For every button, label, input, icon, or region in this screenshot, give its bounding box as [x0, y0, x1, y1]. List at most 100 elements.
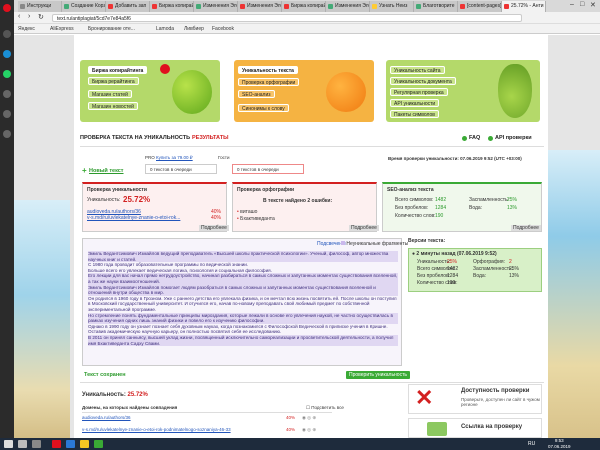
red-x-icon: ✕ [415, 385, 434, 410]
browser-tab[interactable]: Биржа копирайт [150, 1, 194, 12]
menu-api[interactable]: API уникальности [390, 99, 440, 107]
text-paragraph: Его лекции для вас начал прямо нетрудоус… [88, 273, 398, 285]
menu-rewriting[interactable]: Биржа рерайтинга [88, 77, 139, 85]
ad-availability[interactable]: ✕ Доступность проверки Проверьте, доступ… [408, 384, 542, 414]
check-uniqueness-button[interactable]: Проверить уникальность [346, 371, 410, 379]
result-link[interactable]: v-s.md/ru/uvlekatelnye-znanie-o-etoi-rok… [82, 427, 231, 432]
opera-logo-icon[interactable] [3, 4, 11, 12]
start-icon[interactable] [4, 440, 13, 448]
divider [80, 146, 544, 147]
browser-tab[interactable]: Узнать Неиз [370, 1, 414, 12]
text-paragraph: Эмиль Ведантсимович Измайлов ведущий пре… [88, 251, 398, 263]
menu-doc-uniqueness[interactable]: Уникальность документа [390, 77, 456, 85]
word-taskbar-icon[interactable] [66, 440, 75, 448]
menu-regular-check[interactable]: Регулярная проверка [390, 88, 448, 96]
seo-label: Заспамленность: [469, 197, 510, 203]
highlight-all-checkbox[interactable]: ☐ Подсветить все [306, 405, 344, 411]
menu-article-shop[interactable]: Магазин статей [88, 90, 132, 98]
uniqueness-details-button[interactable]: Подробнее [199, 225, 229, 231]
bookmark-item[interactable]: AliExpress [50, 26, 74, 32]
uniqueness-heading: Проверка уникальности [87, 187, 147, 193]
source-link[interactable]: v-s.md/ru/uvlekatelnye-znanie-o-etoi-rok… [87, 215, 180, 221]
menu-copywriting[interactable]: Биржа копирайтинга [88, 66, 148, 74]
bookmark-icon[interactable] [3, 110, 11, 118]
forward-icon[interactable]: › [28, 13, 30, 20]
tab-label: Добавить зап [115, 3, 147, 9]
whatsapp-icon[interactable] [3, 70, 11, 78]
menu-synonyms[interactable]: Синонимы к слову [238, 104, 289, 112]
browser-tab[interactable]: Биржа копирайт [282, 1, 326, 12]
settings-icon[interactable] [3, 130, 11, 138]
browser-tab[interactable]: [content-pages] [458, 1, 502, 12]
history-icon[interactable] [3, 90, 11, 98]
browser-sidebar [0, 0, 14, 450]
app-taskbar-icon[interactable] [94, 440, 103, 448]
tab-favicon-icon [416, 4, 421, 9]
buy-pro-link[interactable]: Купить за 79.00 ₽ [156, 155, 193, 161]
browser-tab[interactable]: Изменения Эле [194, 1, 238, 12]
tab-favicon-icon [460, 4, 465, 9]
new-text-link[interactable]: Новый текст [89, 168, 124, 174]
messenger-icon[interactable] [3, 50, 11, 58]
tab-check-text[interactable]: ПРОВЕРКА ТЕКСТА НА УНИКАЛЬНОСТЬ [80, 135, 190, 141]
menu-seo[interactable]: SEO-анализ [238, 90, 275, 98]
text-saved-label: Текст сохранен [84, 372, 126, 378]
browser-tab[interactable]: Благотворите [414, 1, 458, 12]
menu-packages[interactable]: Пакеты символов [390, 110, 439, 118]
menu-spellcheck[interactable]: Проверка орфографии [238, 78, 300, 86]
browser-tab[interactable]: Изменения Эле [326, 1, 370, 12]
result-actions-icon[interactable]: ◉ ◎ ⊕ [302, 415, 316, 421]
play-icon[interactable] [160, 64, 170, 74]
spelling-details-button[interactable]: Подробнее [349, 225, 379, 231]
browser-tab[interactable]: Инструкци [18, 1, 62, 12]
menu-uniqueness[interactable]: Уникальность текста [238, 66, 298, 74]
language-indicator[interactable]: RU [528, 441, 535, 447]
tab-label: Изменения Эле [203, 3, 238, 9]
reload-icon[interactable]: ↻ [38, 13, 44, 21]
menu-news-shop[interactable]: Магазин новостей [88, 102, 138, 110]
url-input[interactable]: text.ru/antiplagiat/5cd7e7e84a5f6 [52, 14, 522, 22]
bookmark-item[interactable]: Lamoda [156, 26, 174, 32]
result-pct: 40% [286, 427, 296, 432]
search-icon[interactable] [18, 440, 27, 448]
orange-image [326, 72, 366, 112]
browser-tab[interactable]: Добавить зап [106, 1, 150, 12]
spelling-error: • Бхактиведанта [237, 216, 275, 222]
minimize-icon[interactable]: – [570, 1, 574, 8]
result-pct: 40% [286, 415, 296, 420]
plus-icon: + [82, 166, 87, 175]
text-area[interactable]: Подсвечены Неуникальные фрагменты Эмиль … [82, 238, 408, 366]
browser-tab[interactable]: 25.72% - Анти [502, 1, 546, 12]
explorer-taskbar-icon[interactable] [80, 440, 89, 448]
version-label: Уникальность: [417, 259, 451, 265]
back-icon[interactable]: ‹ [18, 13, 20, 20]
bookmark-item[interactable]: Ливбиер [184, 26, 204, 32]
ad-link-check[interactable]: Ссылка на проверку [408, 418, 542, 438]
opera-taskbar-icon[interactable] [52, 440, 61, 448]
close-icon[interactable]: ✕ [590, 1, 596, 9]
faq-link[interactable]: FAQ [469, 135, 480, 141]
api-link[interactable]: API проверки [495, 135, 532, 141]
seo-details-button[interactable]: Подробнее [511, 225, 541, 231]
tab-results[interactable]: РЕЗУЛЬТАТЫ [192, 135, 229, 141]
browser-tab[interactable]: Изменения Эле [238, 1, 282, 12]
text-tools-panel: Уникальность текста Проверка орфографии … [234, 60, 374, 122]
browser-tab[interactable]: Создание Корз [62, 1, 106, 12]
task-view-icon[interactable] [32, 440, 41, 448]
bookmark-item[interactable]: Facebook [212, 26, 234, 32]
version-item[interactable]: ● 2 минуты назад (07.06.2019 9:52) Уника… [408, 248, 542, 292]
seo-value: 13% [507, 205, 518, 211]
header-banner: Биржа копирайтинга Биржа рерайтинга Мага… [80, 60, 540, 122]
bookmark-item[interactable]: Яндекс [18, 26, 35, 32]
maximize-icon[interactable]: □ [580, 1, 584, 8]
clock[interactable]: 9:53 07.06.2019 [548, 438, 571, 449]
menu-site-uniqueness[interactable]: Уникальность сайта [390, 66, 445, 74]
result-link[interactable]: audioveda.ru/authors/36 [82, 415, 131, 420]
version-value: 1284 [447, 273, 459, 279]
bookmark-item[interactable]: Бронирование оте... [88, 26, 135, 32]
tab-label: 25.72% - Анти [511, 3, 544, 9]
version-value: 13% [509, 273, 520, 279]
apple-image [172, 70, 212, 114]
result-actions-icon[interactable]: ◉ ◎ ⊕ [302, 427, 316, 433]
home-icon[interactable] [3, 30, 11, 38]
